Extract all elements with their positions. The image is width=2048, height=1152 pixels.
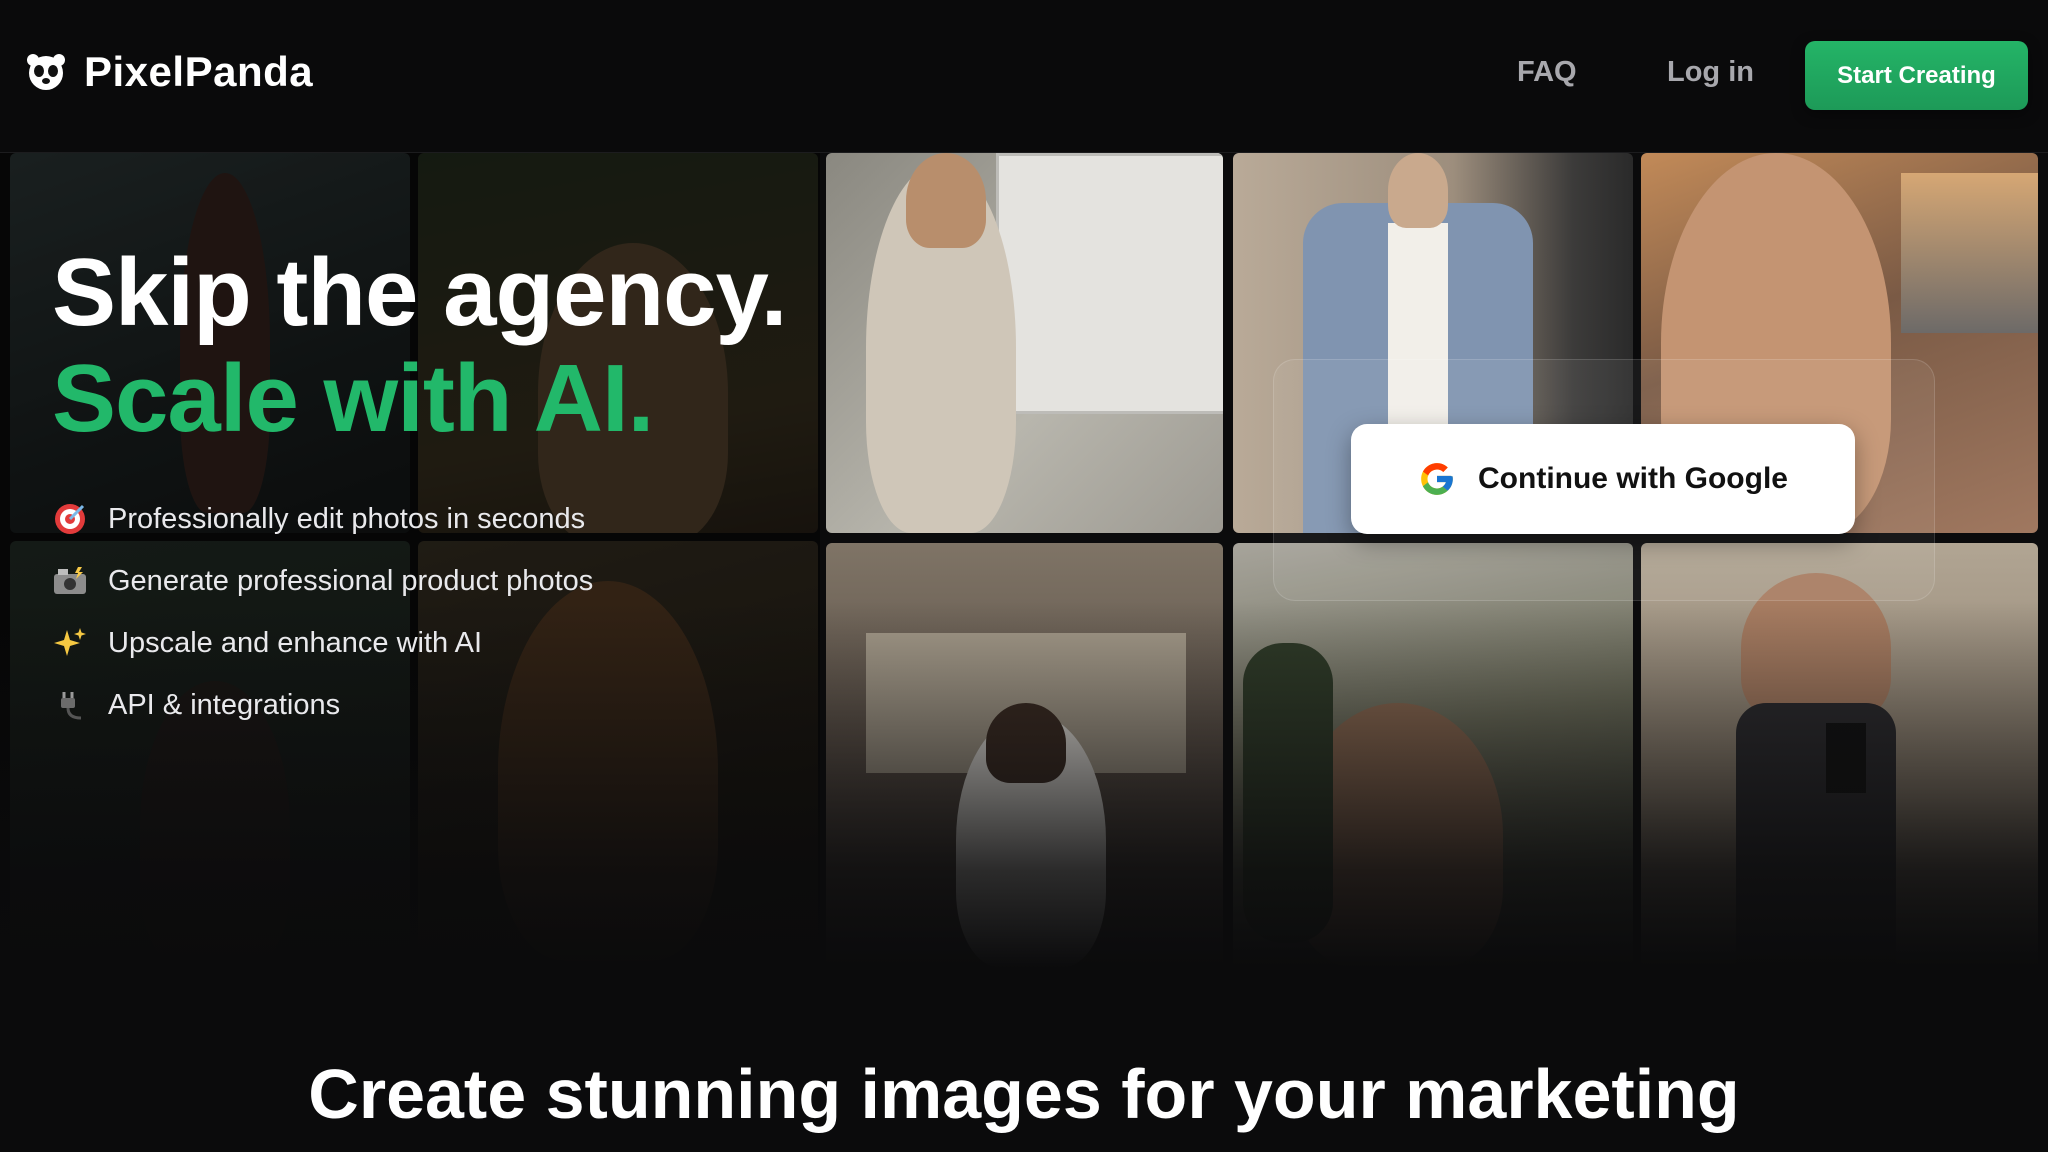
google-button-label: Continue with Google [1478,462,1788,495]
google-icon [1421,463,1453,495]
feature-label: Generate professional product photos [108,564,594,597]
feature-item: Upscale and enhance with AI [52,612,593,674]
camera-flash-icon [52,563,88,599]
feature-label: Professionally edit photos in seconds [108,502,586,535]
start-creating-button[interactable]: Start Creating [1805,41,2028,110]
feature-label: Upscale and enhance with AI [108,626,483,659]
feature-label: API & integrations [108,688,341,721]
section-heading: Create stunning images for your marketin… [308,1055,1740,1133]
panda-icon [27,54,65,90]
top-navigation: PixelPanda FAQ Log in Start Creating [0,0,2048,153]
brand-name: PixelPanda [84,48,314,95]
target-icon [52,501,88,537]
continue-with-google-button[interactable]: Continue with Google [1351,424,1855,534]
nav-faq-link[interactable]: FAQ [1517,56,1577,89]
hero-subheadline: Scale with AI. [52,345,654,452]
plug-icon [52,687,88,723]
feature-item: API & integrations [52,674,593,736]
feature-item: Professionally edit photos in seconds [52,488,593,550]
hero-headline: Skip the agency. [52,239,787,346]
sparkles-icon [52,625,88,661]
feature-item: Generate professional product photos [52,550,593,612]
nav-login-link[interactable]: Log in [1667,56,1754,89]
feature-list: Professionally edit photos in seconds Ge… [52,488,593,736]
brand-logo[interactable]: PixelPanda [26,48,313,96]
